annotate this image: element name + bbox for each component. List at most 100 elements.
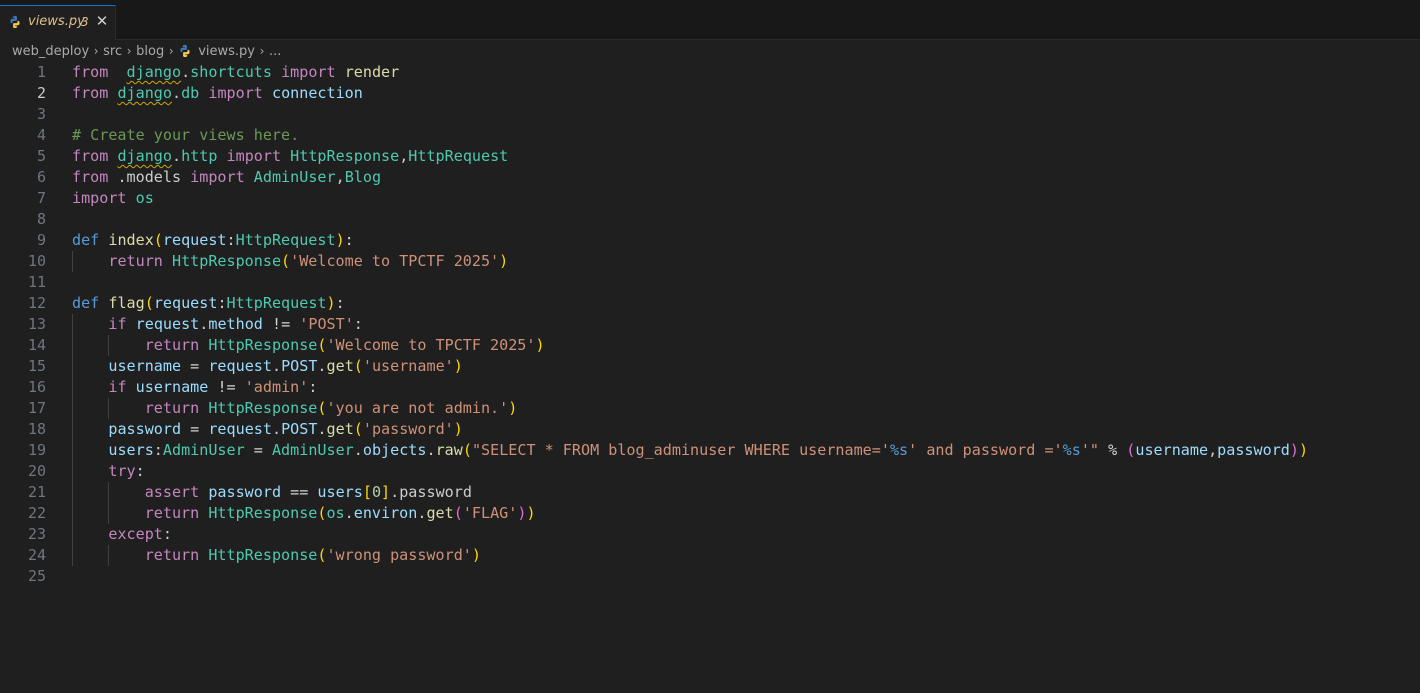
code-text: except: — [72, 524, 172, 545]
code-token: != — [271, 315, 291, 333]
code-token: AdminUser — [162, 441, 245, 459]
code-line[interactable]: 9 def index(request:HttpRequest): — [0, 230, 1420, 251]
indent-guide — [108, 545, 110, 566]
code-token: request — [162, 231, 227, 249]
code-token: , — [399, 147, 409, 165]
code-line[interactable]: 12 def flag(request:HttpRequest): — [0, 293, 1420, 314]
code-token: ( — [281, 252, 291, 270]
code-token: from — [72, 63, 109, 81]
code-token: request — [208, 357, 272, 375]
breadcrumb-views-py[interactable]: views.py — [198, 44, 255, 59]
code-token: : — [153, 441, 163, 459]
code-token: password — [208, 483, 282, 501]
code-token: ( — [153, 231, 163, 249]
code-token: import — [208, 84, 263, 102]
indent-guide — [72, 314, 73, 566]
code-token: os — [326, 504, 345, 522]
code-token: 'you are not admin.' — [326, 399, 509, 417]
code-text: import os — [72, 188, 154, 209]
code-token: : — [135, 462, 145, 480]
code-token: password — [399, 483, 472, 501]
code-token: import — [226, 147, 282, 165]
code-token: ) — [453, 420, 463, 438]
code-token: return — [144, 546, 200, 564]
line-number: 13 — [27, 315, 46, 333]
code-line[interactable]: 19 users:AdminUser = AdminUser.objects.r… — [0, 440, 1420, 461]
code-line[interactable]: 25 — [0, 566, 1420, 587]
code-line[interactable]: 21 assert password == users[0].password — [0, 482, 1420, 503]
code-line[interactable]: 5 from django.http import HttpResponse,Ht… — [0, 146, 1420, 167]
code-token: request — [208, 420, 272, 438]
code-token: http — [181, 147, 218, 165]
code-line[interactable]: 7 import os — [0, 188, 1420, 209]
breadcrumb-blog[interactable]: blog — [136, 44, 164, 59]
breadcrumb: web_deploy › src › blog › views.py › ... — [0, 40, 1420, 62]
code-line[interactable]: 22 return HttpResponse(os.environ.get('F… — [0, 503, 1420, 524]
code-line[interactable]: 3 — [0, 104, 1420, 125]
code-line[interactable]: 15 username = request.POST.get('username… — [0, 356, 1420, 377]
code-token: ( — [353, 420, 363, 438]
code-token: . — [426, 441, 436, 459]
tab-views-py[interactable]: views.py 3 ✕ — [0, 5, 116, 40]
code-line[interactable]: 2 from django.db import connection — [0, 83, 1420, 104]
code-token: : — [335, 294, 345, 312]
code-token: return — [144, 399, 200, 417]
code-line[interactable]: 4 # Create your views here. — [0, 125, 1420, 146]
code-line[interactable]: 14 return HttpResponse('Welcome to TPCTF… — [0, 335, 1420, 356]
code-text: return HttpResponse(os.environ.get('FLAG… — [72, 503, 536, 524]
code-text: from django.db import connection — [72, 83, 363, 104]
code-line[interactable]: 24 return HttpResponse('wrong password') — [0, 545, 1420, 566]
code-editor[interactable]: 1 from django.shortcuts import render 2 fro… — [0, 62, 1420, 693]
code-line[interactable]: 13 if request.method != 'POST': — [0, 314, 1420, 335]
code-line[interactable]: 23 except: — [0, 524, 1420, 545]
code-token: assert — [144, 483, 200, 501]
code-token: environ — [353, 504, 418, 522]
breadcrumb-src[interactable]: src — [103, 44, 122, 59]
code-line[interactable]: 20 try: — [0, 461, 1420, 482]
breadcrumb-web-deploy[interactable]: web_deploy — [12, 44, 89, 59]
code-token: . — [317, 420, 327, 438]
code-line[interactable]: 16 if username != 'admin': — [0, 377, 1420, 398]
code-line[interactable]: 8 — [0, 209, 1420, 230]
code-line[interactable]: 11 — [0, 272, 1420, 293]
code-token: HttpRequest — [408, 147, 509, 165]
code-token: get — [426, 504, 454, 522]
code-token: password — [108, 420, 182, 438]
code-token: . — [344, 504, 354, 522]
code-token: 'POST' — [299, 315, 354, 333]
code-token: raw — [435, 441, 463, 459]
code-token: . — [171, 147, 182, 165]
close-icon[interactable]: ✕ — [94, 12, 110, 30]
chevron-right-icon: › — [126, 44, 132, 58]
line-number: 1 — [36, 63, 46, 81]
code-token: : — [217, 294, 227, 312]
code-token: HttpResponse — [208, 399, 318, 417]
breadcrumb-symbol[interactable]: ... — [269, 44, 281, 59]
code-line[interactable]: 18 password = request.POST.get('password… — [0, 419, 1420, 440]
code-text: password = request.POST.get('password') — [72, 419, 463, 440]
code-line[interactable]: 17 return HttpResponse('you are not admi… — [0, 398, 1420, 419]
code-line[interactable]: 1 from django.shortcuts import render — [0, 62, 1420, 83]
python-icon — [180, 44, 190, 58]
line-number: 11 — [27, 273, 46, 291]
code-token: db — [181, 84, 200, 102]
code-line[interactable]: 10 return HttpResponse('Welcome to TPCTF… — [0, 251, 1420, 272]
code-token: except — [108, 525, 163, 543]
code-line[interactable]: 6 from .models import AdminUser,Blog — [0, 167, 1420, 188]
code-token: username — [1135, 441, 1209, 459]
line-number: 4 — [36, 126, 46, 144]
code-token: = — [190, 420, 200, 438]
code-token: 'Welcome to TPCTF 2025' — [326, 336, 536, 354]
